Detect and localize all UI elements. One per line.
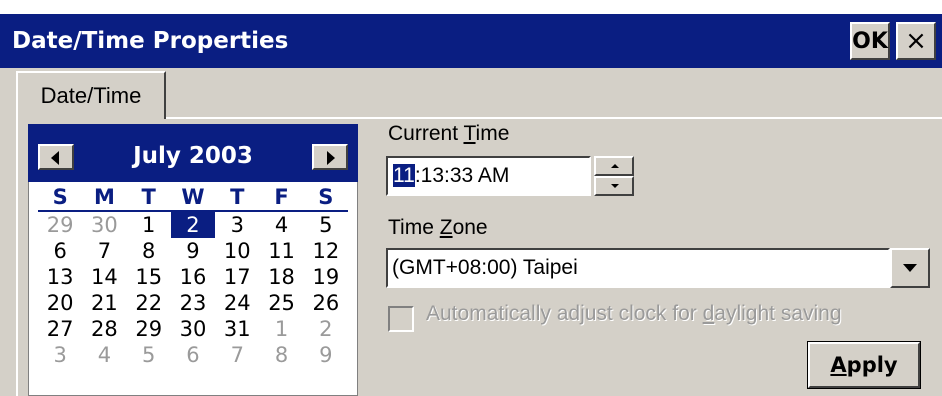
- calendar-day[interactable]: 7: [82, 238, 126, 264]
- calendar-day[interactable]: 13: [38, 264, 82, 290]
- calendar-day[interactable]: 19: [304, 264, 348, 290]
- calendar-day[interactable]: 31: [215, 316, 259, 342]
- calendar-day[interactable]: 9: [171, 238, 215, 264]
- time-zone-dropdown-button[interactable]: [890, 248, 930, 288]
- calendar-day[interactable]: 30: [82, 212, 126, 238]
- calendar-day[interactable]: 18: [259, 264, 303, 290]
- time-rest-segment[interactable]: :13:33 AM: [415, 164, 510, 187]
- calendar-day[interactable]: 8: [127, 238, 171, 264]
- time-zone-label: Time Zone: [388, 216, 488, 239]
- time-zone-select[interactable]: (GMT+08:00) Taipei: [386, 248, 890, 288]
- calendar-day[interactable]: 2: [304, 316, 348, 342]
- calendar-day[interactable]: 3: [38, 342, 82, 368]
- calendar-day[interactable]: 26: [304, 290, 348, 316]
- weekday-label: T: [230, 185, 245, 209]
- calendar-day[interactable]: 21: [82, 290, 126, 316]
- calendar-day[interactable]: 7: [215, 342, 259, 368]
- spin-up-icon: [611, 164, 619, 168]
- weekday-header-row: SMTWTFS: [38, 184, 348, 210]
- calendar-day[interactable]: 9: [304, 342, 348, 368]
- calendar-day-selected[interactable]: 2: [170, 212, 216, 238]
- calendar-day[interactable]: 20: [38, 290, 82, 316]
- calendar-day[interactable]: 5: [304, 212, 348, 238]
- panel-edge: [16, 117, 18, 396]
- calendar-day[interactable]: 3: [215, 212, 259, 238]
- weekday-label: F: [274, 185, 289, 209]
- calendar-month-label[interactable]: July 2003: [100, 138, 286, 174]
- tab-label: Date/Time: [40, 83, 142, 108]
- calendar-day[interactable]: 5: [127, 342, 171, 368]
- ok-button[interactable]: OK: [850, 22, 890, 60]
- close-icon: ×: [905, 26, 927, 56]
- weekday-label: S: [52, 185, 68, 209]
- calendar-day[interactable]: 23: [171, 290, 215, 316]
- weekday-label: T: [141, 185, 156, 209]
- weekday-label: W: [181, 185, 205, 209]
- chevron-down-icon: [903, 264, 917, 272]
- calendar-day[interactable]: 4: [82, 342, 126, 368]
- close-button[interactable]: ×: [896, 22, 936, 60]
- daylight-saving-label[interactable]: Automatically adjust clock for daylight …: [426, 302, 842, 326]
- window-title: Date/Time Properties: [12, 28, 289, 54]
- calendar-day-grid: 29 30 1 2 3 4 5 6 7 8 9 10 11 12 13 14 15 16 17 18 19 20 21 22 2…: [38, 212, 348, 394]
- previous-month-button[interactable]: [38, 144, 74, 170]
- calendar-day[interactable]: 15: [127, 264, 171, 290]
- weekday-label: S: [318, 185, 334, 209]
- weekday-label: M: [93, 185, 115, 209]
- spin-down-icon: [611, 184, 619, 188]
- time-spin-up-button[interactable]: [594, 156, 634, 176]
- arrow-right-icon: [327, 151, 335, 165]
- daylight-saving-checkbox[interactable]: [388, 306, 414, 332]
- calendar-day[interactable]: 1: [127, 212, 171, 238]
- calendar-day[interactable]: 28: [82, 316, 126, 342]
- calendar-day[interactable]: 6: [38, 238, 82, 264]
- calendar-day[interactable]: 29: [127, 316, 171, 342]
- apply-button[interactable]: Apply: [807, 341, 921, 389]
- calendar-day[interactable]: 12: [304, 238, 348, 264]
- next-month-button[interactable]: [312, 144, 348, 170]
- arrow-left-icon: [51, 151, 59, 165]
- tab-strip-divider: [166, 117, 942, 119]
- calendar-day[interactable]: 17: [215, 264, 259, 290]
- calendar-day[interactable]: 22: [127, 290, 171, 316]
- time-hour-segment[interactable]: 11: [393, 164, 415, 187]
- time-spin-down-button[interactable]: [594, 176, 634, 196]
- calendar-day[interactable]: 25: [259, 290, 303, 316]
- calendar-day[interactable]: 16: [171, 264, 215, 290]
- calendar-day[interactable]: 11: [259, 238, 303, 264]
- calendar-day[interactable]: 6: [171, 342, 215, 368]
- tab-date-time[interactable]: Date/Time: [16, 71, 166, 119]
- calendar-day[interactable]: 29: [38, 212, 82, 238]
- calendar-day[interactable]: 30: [171, 316, 215, 342]
- calendar-day[interactable]: 8: [259, 342, 303, 368]
- current-time-input[interactable]: 11:13:33 AM: [386, 156, 591, 196]
- calendar-day[interactable]: 4: [259, 212, 303, 238]
- calendar-day[interactable]: 27: [38, 316, 82, 342]
- calendar-day[interactable]: 14: [82, 264, 126, 290]
- calendar-day[interactable]: 24: [215, 290, 259, 316]
- calendar-day[interactable]: 1: [259, 316, 303, 342]
- calendar-day[interactable]: 10: [215, 238, 259, 264]
- current-time-label: Current Time: [388, 122, 510, 145]
